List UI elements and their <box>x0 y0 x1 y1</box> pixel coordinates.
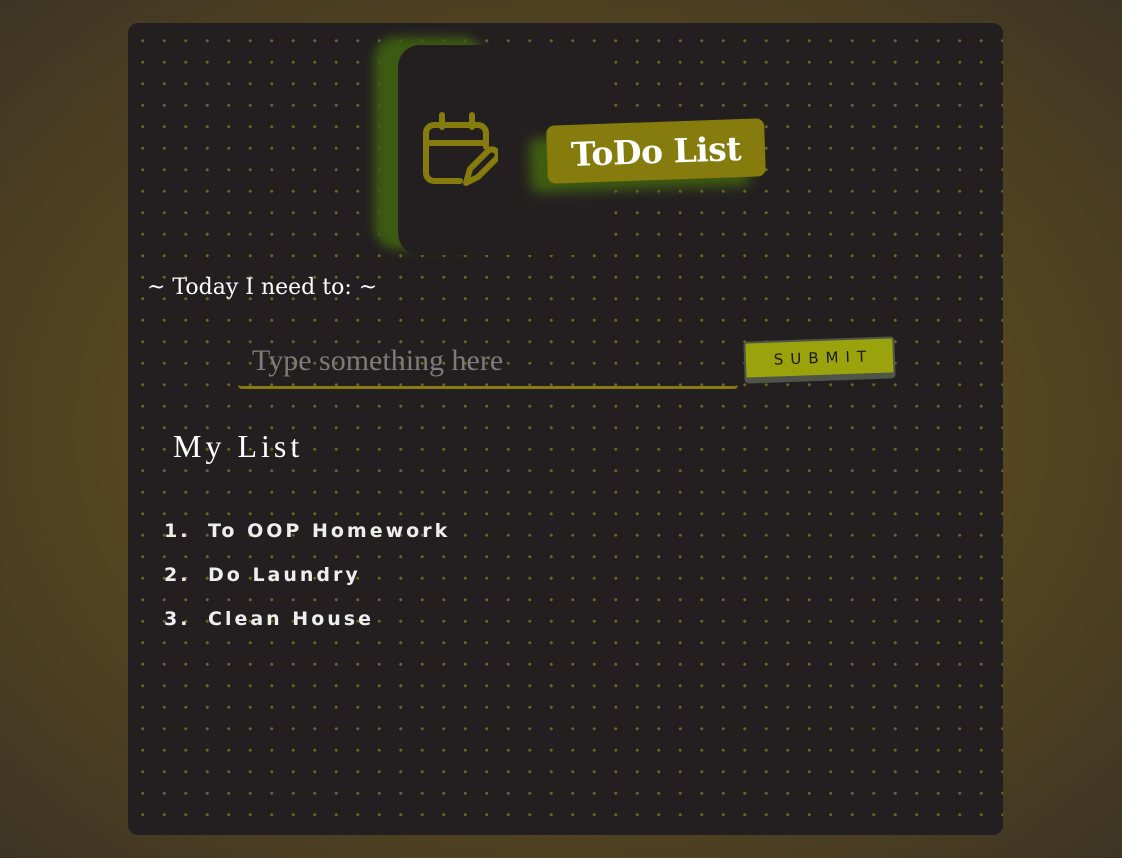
list-item-number: 2. <box>164 564 191 586</box>
list-item[interactable]: 2. Do Laundry <box>164 553 450 597</box>
list-item[interactable]: 3. Clean House <box>164 597 450 641</box>
todo-card: ToDo List ~ Today I need to: ~ SUBMIT My… <box>128 23 1003 835</box>
today-prompt: ~ Today I need to: ~ <box>147 275 378 300</box>
submit-button[interactable]: SUBMIT <box>743 336 896 384</box>
page-title: ToDo List <box>570 128 742 174</box>
calendar-edit-icon <box>423 112 498 186</box>
title-badge: ToDo List <box>546 118 766 184</box>
list-item[interactable]: 1. To OOP Homework <box>164 509 450 553</box>
list-item-text: Clean House <box>208 608 374 630</box>
list-item-text: Do Laundry <box>208 564 361 586</box>
list-item-number: 3. <box>164 608 191 630</box>
task-input[interactable] <box>238 336 738 389</box>
todo-list: 1. To OOP Homework 2. Do Laundry 3. Clea… <box>164 509 450 641</box>
list-item-number: 1. <box>164 520 191 542</box>
list-title: My List <box>173 428 304 464</box>
list-item-text: To OOP Homework <box>208 520 451 542</box>
